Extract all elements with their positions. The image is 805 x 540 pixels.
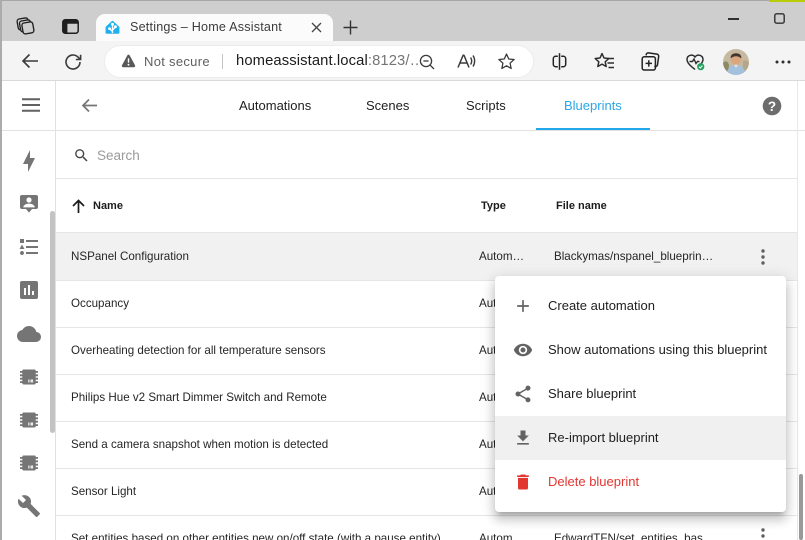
svg-text:?: ? <box>768 99 776 114</box>
